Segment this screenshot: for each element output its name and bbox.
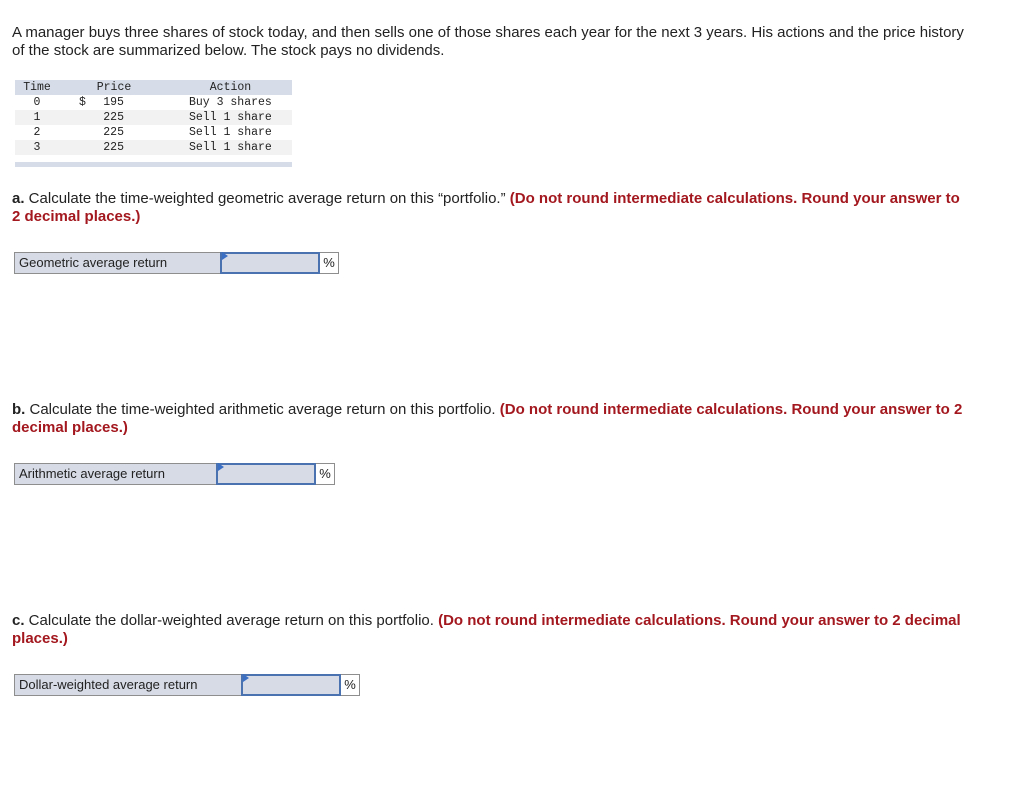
answer-label: Arithmetic average return (14, 463, 216, 485)
question-a: a. Calculate the time-weighted geometric… (12, 190, 972, 226)
answer-input-box[interactable] (216, 463, 316, 485)
question-letter: c. (12, 612, 25, 629)
header-action: Action (209, 81, 252, 94)
cell-price: 225 (59, 110, 169, 125)
cell-time: 3 (33, 141, 41, 154)
answer-label: Geometric average return (14, 252, 220, 274)
cell-time: 2 (33, 126, 41, 139)
percent-unit: % (320, 252, 339, 274)
cell-price: $195 (59, 95, 169, 110)
table-row: 0 $195 Buy 3 shares (15, 95, 292, 110)
cell-action: Buy 3 shares (189, 96, 272, 109)
question-letter: b. (12, 401, 26, 418)
answer-row-geometric: Geometric average return % (14, 252, 339, 274)
question-c: c. Calculate the dollar-weighted average… (12, 612, 972, 648)
price-value: 225 (103, 141, 124, 154)
flag-icon (243, 674, 249, 682)
answer-row-arithmetic: Arithmetic average return % (14, 463, 335, 485)
geometric-return-input[interactable] (222, 254, 318, 272)
cell-action: Sell 1 share (189, 126, 272, 139)
cell-time: 0 (33, 96, 41, 109)
header-time: Time (23, 81, 51, 94)
answer-input-box[interactable] (220, 252, 320, 274)
table-row: 3 225 Sell 1 share (15, 140, 292, 155)
price-value: 195 (103, 96, 124, 109)
flag-icon (218, 463, 224, 471)
price-value: 225 (103, 126, 124, 139)
question-b: b. Calculate the time-weighted arithmeti… (12, 401, 972, 437)
table-spacer (15, 155, 292, 162)
table-footer-bar (15, 162, 292, 167)
cell-price: 225 (59, 125, 169, 140)
table-header-row: Time Price Action (15, 80, 292, 95)
question-letter: a. (12, 190, 25, 207)
cell-action: Sell 1 share (189, 141, 272, 154)
price-value: 225 (103, 111, 124, 124)
answer-row-dollar-weighted: Dollar-weighted average return % (14, 674, 360, 696)
cell-action: Sell 1 share (189, 111, 272, 124)
arithmetic-return-input[interactable] (218, 465, 314, 483)
cell-price: 225 (59, 140, 169, 155)
cell-time: 1 (33, 111, 41, 124)
table-row: 1 225 Sell 1 share (15, 110, 292, 125)
stock-history-table: Time Price Action 0 $195 Buy 3 shares 1 … (15, 80, 292, 167)
header-price: Price (96, 81, 132, 94)
question-text: Calculate the dollar-weighted average re… (24, 612, 439, 629)
answer-input-box[interactable] (241, 674, 341, 696)
table-row: 2 225 Sell 1 share (15, 125, 292, 140)
problem-intro: A manager buys three shares of stock tod… (12, 24, 964, 59)
percent-unit: % (341, 674, 360, 696)
question-text: Calculate the time-weighted arithmetic a… (25, 401, 500, 418)
flag-icon (222, 252, 228, 260)
percent-unit: % (316, 463, 335, 485)
question-text: Calculate the time-weighted geometric av… (24, 190, 510, 207)
answer-label: Dollar-weighted average return (14, 674, 241, 696)
dollar-weighted-return-input[interactable] (243, 676, 339, 694)
currency-symbol: $ (79, 96, 86, 109)
